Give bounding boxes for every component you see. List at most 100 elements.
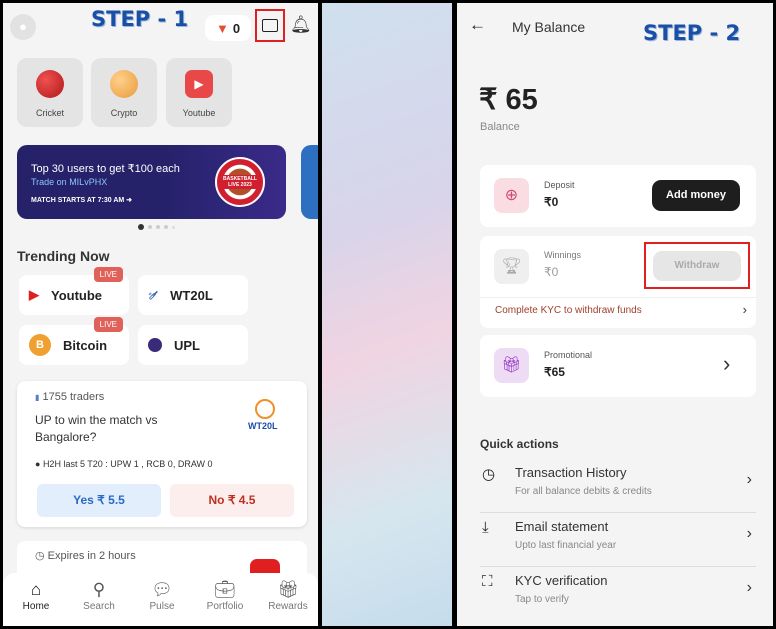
bull-icon: ▼ (215, 20, 229, 36)
row-subtitle: Upto last financial year (515, 540, 617, 551)
bar-chart-icon: ▮ (35, 393, 40, 402)
event-card[interactable]: ▮ 1755 traders UP to win the match vs Ba… (17, 381, 307, 527)
deposit-wallet-icon: ⊕ (494, 178, 529, 213)
banner-subtitle: Trade on MILvPHX (31, 177, 108, 187)
winnings-value: ₹0 (544, 265, 559, 279)
nav-label: Home (22, 601, 50, 612)
traders-count: ▮ 1755 traders (35, 391, 105, 403)
category-label: Cricket (35, 108, 64, 118)
banner-title: Top 30 users to get ₹100 each (31, 163, 180, 175)
balance-screen: ← My Balance STEP - 2 ₹ 65 Balance ⊕ Dep… (457, 3, 773, 626)
home-screen: ● STEP - 1 ▼ 0 🔔︎ Cricket Crypto ▶ Youtub… (3, 3, 318, 626)
trending-chip-upl[interactable]: UPL (138, 325, 248, 365)
badge-text: BASKETBALL LIVE 2023 (220, 175, 260, 189)
step-1-label: STEP - 1 (91, 7, 189, 31)
nav-pulse[interactable]: 💬︎ Pulse (132, 579, 192, 626)
chip-label: Youtube (51, 287, 103, 303)
bell-icon[interactable]: 🔔︎ (290, 15, 312, 35)
upl-logo-icon (148, 338, 162, 352)
promo-banner[interactable]: Top 30 users to get ₹100 each Trade on M… (17, 145, 286, 219)
chevron-right-icon: › (746, 525, 752, 542)
promo-banner-next[interactable] (301, 145, 318, 219)
chip-label: Bitcoin (63, 337, 108, 353)
nav-rewards[interactable]: 🎁︎ Rewards (258, 579, 318, 626)
kyc-verification-row[interactable]: ⛶ KYC verification Tap to verify › (480, 567, 756, 621)
add-money-button[interactable]: Add money (652, 180, 740, 211)
category-crypto[interactable]: Crypto (91, 58, 157, 127)
download-icon: ⤓ (482, 519, 489, 536)
chevron-right-icon[interactable]: › (723, 351, 730, 377)
transaction-history-row[interactable]: ◷ Transaction History For all balance debi… (480, 459, 756, 513)
nav-portfolio[interactable]: 💼︎ Portfolio (195, 579, 255, 626)
wt20l-logo-icon: 🏏︎ (148, 290, 159, 300)
row-subtitle: Tap to verify (515, 594, 569, 605)
trending-title: Trending Now (17, 248, 110, 264)
face-scan-icon: ⛶ (482, 573, 493, 590)
category-label: Youtube (182, 108, 216, 118)
coins-badge[interactable]: ▼ 0 (205, 15, 251, 41)
gradient-divider (322, 3, 452, 626)
chip-label: WT20L (170, 287, 213, 303)
winnings-card: 🏆︎ Winnings ₹0 Withdraw Complete KYC to … (480, 236, 756, 328)
chevron-right-icon: › (746, 579, 752, 596)
balance-amount: ₹ 65 (479, 84, 538, 116)
nav-label: Rewards (268, 601, 308, 612)
category-label: Crypto (110, 108, 138, 118)
nav-label: Pulse (149, 601, 175, 612)
winnings-label: Winnings (544, 250, 582, 260)
nav-home[interactable]: ⌂ Home (6, 579, 66, 626)
chevron-right-icon: › (742, 302, 747, 317)
clock-icon: ◷ (482, 466, 496, 483)
portfolio-icon: 💼︎ (214, 580, 236, 599)
chip-label: UPL (174, 337, 200, 353)
kyc-link[interactable]: Complete KYC to withdraw funds › (495, 302, 747, 317)
wt20l-logo: WT20L (248, 421, 278, 431)
pulse-icon: 💬︎ (151, 580, 173, 599)
divider (480, 297, 756, 298)
bitcoin-icon: B (29, 334, 51, 356)
search-icon: ⚲ (92, 580, 106, 599)
cricket-ball-icon (36, 70, 64, 98)
deposit-card: ⊕ Deposit ₹0 Add money (480, 165, 756, 227)
category-cricket[interactable]: Cricket (17, 58, 83, 127)
page-title: My Balance (512, 19, 586, 35)
promotional-value: ₹65 (544, 365, 565, 379)
yes-button[interactable]: Yes ₹ 5.5 (37, 484, 161, 517)
back-arrow-icon[interactable]: ← (469, 15, 486, 35)
balance-label: Balance (480, 121, 520, 133)
deposit-value: ₹0 (544, 195, 559, 209)
withdraw-button[interactable]: Withdraw (653, 251, 741, 281)
trending-chip-bitcoin[interactable]: B Bitcoin LIVE (19, 317, 129, 365)
trending-chip-wt20l[interactable]: 🏏︎ WT20L (138, 275, 248, 315)
coin-icon (110, 70, 138, 98)
trending-chip-youtube[interactable]: ▶ Youtube LIVE (19, 267, 129, 315)
promotional-label: Promotional (544, 350, 593, 360)
event-info: ● H2H last 5 T20 : UPW 1 , RCB 0, DRAW 0 (35, 459, 213, 469)
quick-actions-title: Quick actions (480, 437, 559, 451)
wt20l-player-icon (255, 399, 275, 419)
row-title: Transaction History (515, 465, 627, 480)
live-badge: LIVE (93, 317, 123, 332)
nav-label: Search (83, 601, 115, 612)
nav-label: Portfolio (206, 601, 244, 612)
youtube-icon: ▶ (29, 287, 39, 302)
live-badge: LIVE (93, 267, 123, 282)
home-icon: ⌂ (30, 580, 42, 599)
carousel-dots[interactable] (138, 224, 175, 230)
trophy-icon: 🏆︎ (494, 249, 529, 284)
email-statement-row[interactable]: ⤓ Email statement Upto last financial year… (480, 513, 756, 567)
promotional-card[interactable]: 🎁︎ Promotional ₹65 › (480, 335, 756, 397)
banner-time: MATCH STARTS AT 7:30 AM ➜ (31, 197, 133, 204)
no-button[interactable]: No ₹ 4.5 (170, 484, 294, 517)
coins-count: 0 (232, 20, 241, 36)
event-question: UP to win the match vs Bangalore? (35, 413, 158, 444)
category-youtube[interactable]: ▶ Youtube (166, 58, 232, 127)
nav-search[interactable]: ⚲ Search (69, 579, 129, 626)
youtube-icon: ▶ (185, 70, 213, 98)
gift-icon: 🎁︎ (277, 580, 299, 599)
step-2-label: STEP - 2 (643, 21, 741, 45)
expires-text: ◷ Expires in 2 hours (35, 550, 136, 562)
avatar[interactable]: ● (10, 14, 36, 40)
wallet-button[interactable] (255, 9, 285, 42)
deposit-label: Deposit (544, 180, 575, 190)
